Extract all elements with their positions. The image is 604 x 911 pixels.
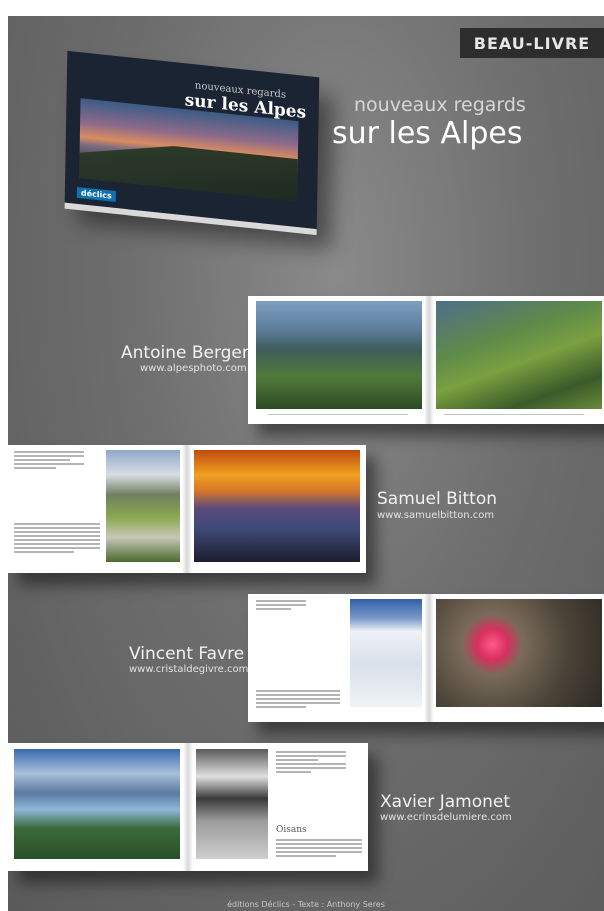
photographer-url-bitton[interactable]: www.samuelbitton.com <box>377 510 494 521</box>
photographer-url-jamonet[interactable]: www.ecrinsdelumiere.com <box>380 812 512 823</box>
spread-heading-oisans: Oisans <box>276 825 307 835</box>
book-spread-berger <box>248 296 604 424</box>
book-spread-bitton <box>8 445 366 573</box>
pink-flower-photo <box>436 599 602 707</box>
headline-subtitle: nouveaux regards <box>354 94 526 116</box>
snow-slope-photo <box>350 599 422 707</box>
photographer-name-jamonet: Xavier Jamonet <box>380 792 510 812</box>
poster: BEAU-LIVRE nouveaux regards sur les Alpe… <box>8 16 604 911</box>
alpine-flowers-photo <box>106 450 180 562</box>
mountain-ridge-photo <box>256 301 422 409</box>
photographer-url-favre[interactable]: www.cristaldegivre.com <box>129 664 248 675</box>
credits-footer: éditions Déclics - Texte : Anthony Seres <box>227 900 385 909</box>
book-spread-favre <box>248 594 604 722</box>
photographer-name-favre: Vincent Favre <box>129 644 245 664</box>
green-valley-photo <box>436 301 602 409</box>
glacier-bw-photo <box>196 749 268 859</box>
book-page-edge <box>64 202 317 236</box>
photographer-name-bitton: Samuel Bitton <box>377 489 498 509</box>
book-cover: nouveaux regards sur les Alpes déclics <box>64 50 320 236</box>
photographer-url-berger[interactable]: www.alpesphoto.com <box>140 363 247 374</box>
headline-title: sur les Alpes <box>332 116 523 151</box>
sunset-mountains-photo <box>194 450 360 562</box>
beau-livre-badge: BEAU-LIVRE <box>460 28 604 58</box>
publisher-logo: déclics <box>76 186 116 203</box>
photographer-name-berger: Antoine Berger <box>121 343 249 363</box>
book-spread-jamonet: Oisans <box>8 743 368 871</box>
alpine-lake-photo <box>14 749 180 859</box>
